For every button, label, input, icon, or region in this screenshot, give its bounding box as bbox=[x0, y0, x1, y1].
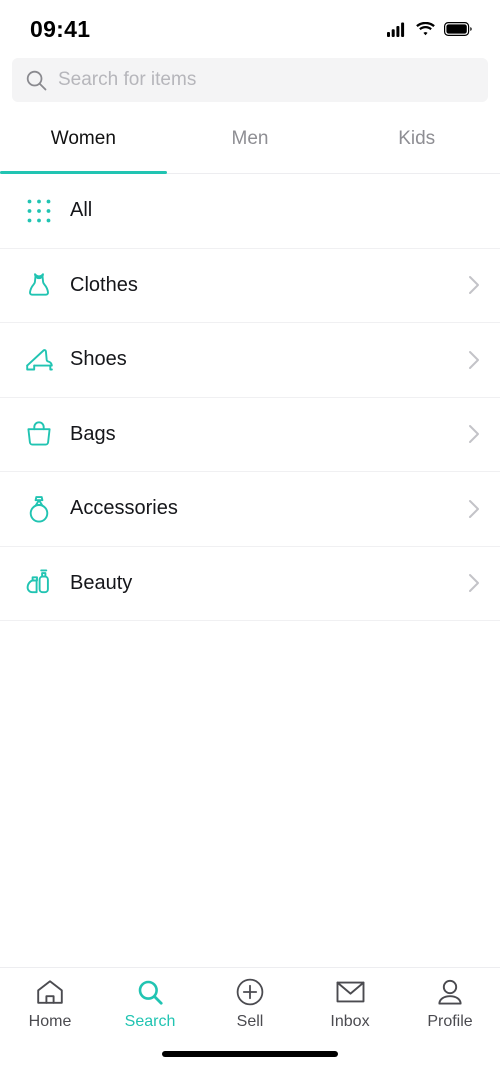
bottom-navigation: Home Search Sell Inbox Profile bbox=[0, 967, 500, 1045]
nav-item-profile[interactable]: Profile bbox=[400, 977, 500, 1045]
handbag-icon bbox=[22, 420, 56, 448]
cellular-signal-icon bbox=[387, 22, 405, 37]
search-placeholder-text: Search for items bbox=[58, 69, 197, 90]
status-bar: 09:41 bbox=[0, 0, 500, 58]
chevron-right-icon bbox=[468, 275, 480, 295]
home-icon bbox=[36, 977, 64, 1007]
category-row-all[interactable]: All bbox=[0, 174, 500, 249]
search-input[interactable]: Search for items bbox=[12, 58, 488, 102]
category-label: Bags bbox=[70, 422, 116, 445]
tab-men-label: Men bbox=[231, 127, 269, 149]
tab-men[interactable]: Men bbox=[167, 110, 334, 173]
dress-icon bbox=[22, 270, 56, 300]
category-row-beauty[interactable]: Beauty bbox=[0, 546, 500, 621]
category-row-shoes[interactable]: Shoes bbox=[0, 323, 500, 398]
nav-item-home[interactable]: Home bbox=[0, 977, 100, 1045]
category-label: All bbox=[70, 199, 93, 222]
nav-label: Home bbox=[28, 1013, 72, 1030]
chevron-right-icon bbox=[468, 350, 480, 370]
status-bar-time: 09:41 bbox=[30, 15, 91, 42]
category-list: All Clothes Shoes Bags Accessories Beaut… bbox=[0, 174, 500, 621]
nav-item-sell[interactable]: Sell bbox=[200, 977, 300, 1045]
app-screen: 09:41 Search for items Women Men Kids Al… bbox=[0, 0, 500, 1080]
envelope-icon bbox=[336, 977, 365, 1007]
category-tabs: Women Men Kids bbox=[0, 110, 500, 174]
category-label: Shoes bbox=[70, 348, 127, 371]
nav-label: Search bbox=[124, 1013, 176, 1030]
person-icon bbox=[436, 977, 464, 1007]
high-heel-icon bbox=[22, 345, 56, 375]
category-label: Clothes bbox=[70, 273, 138, 296]
empty-content-area bbox=[0, 621, 500, 967]
nav-item-search[interactable]: Search bbox=[100, 977, 200, 1045]
grid-dots-icon bbox=[22, 198, 56, 224]
chevron-right-icon bbox=[468, 424, 480, 444]
tab-kids[interactable]: Kids bbox=[333, 110, 500, 173]
plus-circle-icon bbox=[236, 977, 264, 1007]
tab-women-label: Women bbox=[50, 127, 116, 149]
status-bar-icons bbox=[387, 22, 472, 37]
tab-women[interactable]: Women bbox=[0, 110, 167, 174]
category-row-accessories[interactable]: Accessories bbox=[0, 472, 500, 547]
home-indicator[interactable] bbox=[162, 1051, 338, 1057]
search-icon bbox=[26, 70, 47, 90]
home-indicator-area bbox=[0, 1045, 500, 1080]
ring-icon bbox=[22, 494, 56, 524]
category-row-clothes[interactable]: Clothes bbox=[0, 248, 500, 323]
search-icon bbox=[137, 977, 164, 1007]
nav-label: Profile bbox=[427, 1013, 473, 1030]
battery-icon bbox=[444, 22, 472, 36]
chevron-right-icon bbox=[468, 499, 480, 519]
wifi-icon bbox=[416, 22, 435, 36]
nav-label: Sell bbox=[236, 1013, 264, 1030]
category-label: Beauty bbox=[70, 571, 133, 594]
nav-label: Inbox bbox=[330, 1013, 370, 1030]
nav-item-inbox[interactable]: Inbox bbox=[300, 977, 400, 1045]
chevron-right-icon bbox=[468, 573, 480, 593]
category-row-bags[interactable]: Bags bbox=[0, 397, 500, 472]
tab-kids-label: Kids bbox=[398, 127, 436, 149]
category-label: Accessories bbox=[70, 497, 178, 520]
perfume-icon bbox=[22, 568, 56, 598]
search-bar-container: Search for items bbox=[0, 58, 500, 110]
